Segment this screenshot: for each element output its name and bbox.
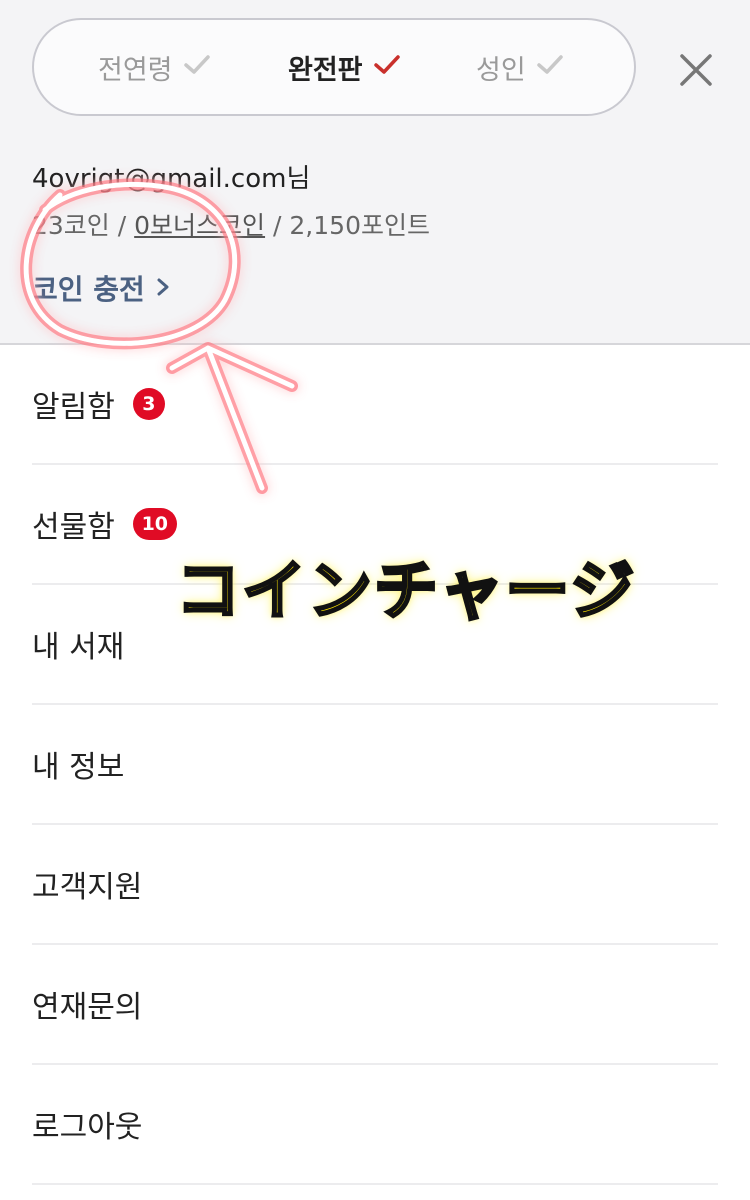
- check-icon: [183, 52, 211, 83]
- filter-all-ages[interactable]: 전연령: [98, 20, 211, 114]
- filter-label: 전연령: [98, 54, 173, 86]
- menu-item-customer-support[interactable]: 고객지원: [32, 825, 718, 945]
- menu-item-label: 선물함: [32, 510, 115, 545]
- menu-item-label: 내 서재: [32, 630, 125, 665]
- menu-item-label: 알림함: [32, 390, 115, 425]
- menu-item-serialization-inquiry[interactable]: 연재문의: [32, 945, 718, 1065]
- coin-charge-label: 코인 충전: [32, 273, 145, 306]
- close-icon[interactable]: [676, 50, 716, 90]
- coin-charge-link[interactable]: 코인 충전: [32, 268, 171, 308]
- filter-adult[interactable]: 성인: [476, 20, 564, 114]
- menu-item-logout[interactable]: 로그아웃: [32, 1065, 718, 1185]
- filter-complete-edition[interactable]: 완전판: [288, 20, 401, 114]
- menu-item-label: 고객지원: [32, 870, 143, 905]
- point-count: 2,150포인트: [289, 211, 430, 240]
- menu-item-label: 내 정보: [32, 750, 125, 785]
- check-icon: [536, 52, 564, 83]
- menu-item-label: 로그아웃: [32, 1110, 143, 1145]
- menu-item-my-info[interactable]: 내 정보: [32, 705, 718, 825]
- menu-item-label: 연재문의: [32, 990, 143, 1025]
- check-icon: [373, 52, 401, 83]
- chevron-right-icon: [155, 272, 171, 305]
- bonus-coin-link[interactable]: 0보너스코인: [134, 211, 265, 240]
- separator: /: [117, 211, 127, 240]
- menu-list: 알림함 3 선물함 10 내 서재 내 정보 고객지원 연재문의 로그아웃: [32, 345, 718, 1185]
- notification-count-badge: 3: [132, 388, 165, 420]
- menu-item-notifications[interactable]: 알림함 3: [32, 345, 718, 465]
- rating-filter-toggle: 전연령 완전판 성인: [32, 18, 636, 116]
- account-header: 전연령 완전판 성인 4ovrigt@gmail.com님 23코인 / 0보너…: [0, 0, 750, 345]
- gift-count-badge: 10: [132, 508, 177, 540]
- annotation-label: コインチャージ: [174, 554, 637, 631]
- coin-count: 23코인: [32, 211, 110, 240]
- separator: /: [273, 211, 282, 240]
- coin-balance: 23코인 / 0보너스코인 / 2,150포인트: [32, 206, 430, 242]
- filter-label: 성인: [476, 54, 526, 86]
- filter-label: 완전판: [288, 54, 363, 86]
- user-email: 4ovrigt@gmail.com님: [32, 164, 311, 194]
